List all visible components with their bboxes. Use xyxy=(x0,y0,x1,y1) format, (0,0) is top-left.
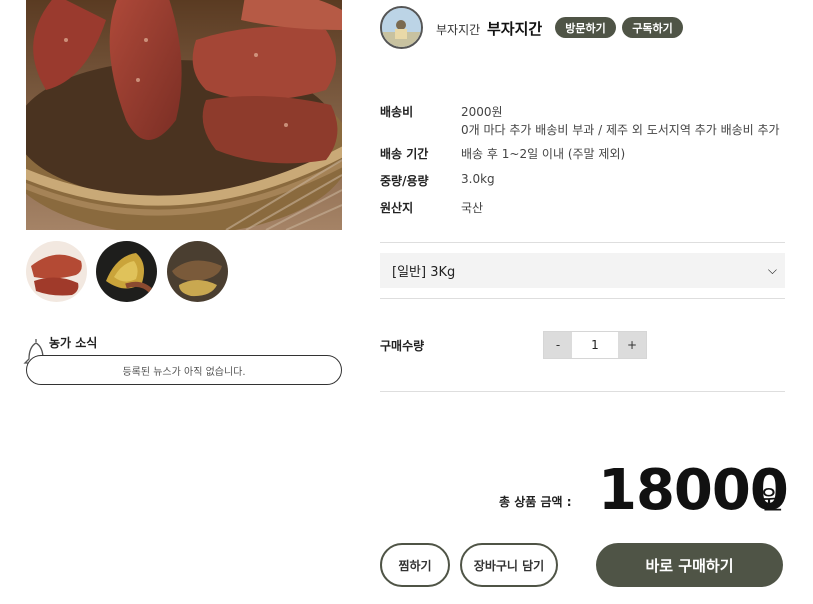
product-thumbnail-1[interactable] xyxy=(26,241,87,302)
visit-store-button[interactable]: 방문하기 xyxy=(555,17,616,38)
quantity-stepper: - 1 + xyxy=(543,331,647,359)
shipping-fee-note: 0개 마다 추가 배송비 부과 / 제주 외 도서지역 추가 배송비 추가 xyxy=(461,123,780,137)
seller-avatar[interactable] xyxy=(380,6,423,49)
origin-value: 국산 xyxy=(461,201,484,215)
product-thumbnail-3[interactable] xyxy=(167,241,228,302)
farm-news-title: 농가 소식 xyxy=(49,336,98,350)
shipping-period-value: 배송 후 1~2일 이내 (주말 제외) xyxy=(461,147,626,161)
seller-label: 부자지간 xyxy=(436,23,481,37)
weight-label: 중량/용량 xyxy=(380,174,429,188)
quantity-input[interactable]: 1 xyxy=(572,332,618,358)
wishlist-button[interactable]: 찜하기 xyxy=(380,543,450,587)
weight-value: 3.0kg xyxy=(461,172,495,186)
option-select[interactable]: [일반] 3Kg ⌵ xyxy=(380,253,785,288)
option-selected-value: [일반] 3Kg xyxy=(392,265,456,280)
divider xyxy=(380,391,785,392)
seller-name[interactable]: 부자지간 xyxy=(487,18,542,39)
buy-now-button[interactable]: 바로 구매하기 xyxy=(596,543,783,587)
shipping-period-label: 배송 기간 xyxy=(380,147,429,161)
product-main-image xyxy=(26,0,342,230)
shipping-fee-label: 배송비 xyxy=(380,105,414,119)
farm-news-empty-message: 등록된 뉴스가 아직 없습니다. xyxy=(26,355,342,385)
divider xyxy=(380,242,785,243)
total-price-label: 총 상품 금액 : xyxy=(499,495,572,509)
product-thumbnail-2[interactable] xyxy=(96,241,157,302)
subscribe-button[interactable]: 구독하기 xyxy=(622,17,683,38)
divider xyxy=(380,298,785,299)
chevron-down-icon: ⌵ xyxy=(767,263,777,277)
quantity-decrease-button[interactable]: - xyxy=(544,332,572,358)
shipping-fee-value: 2000원 xyxy=(461,105,503,119)
quantity-increase-button[interactable]: + xyxy=(618,332,646,358)
origin-label: 원산지 xyxy=(380,201,414,215)
quantity-label: 구매수량 xyxy=(380,339,425,353)
total-price-unit: 원 xyxy=(760,486,784,516)
add-to-cart-button[interactable]: 장바구니 담기 xyxy=(460,543,558,587)
